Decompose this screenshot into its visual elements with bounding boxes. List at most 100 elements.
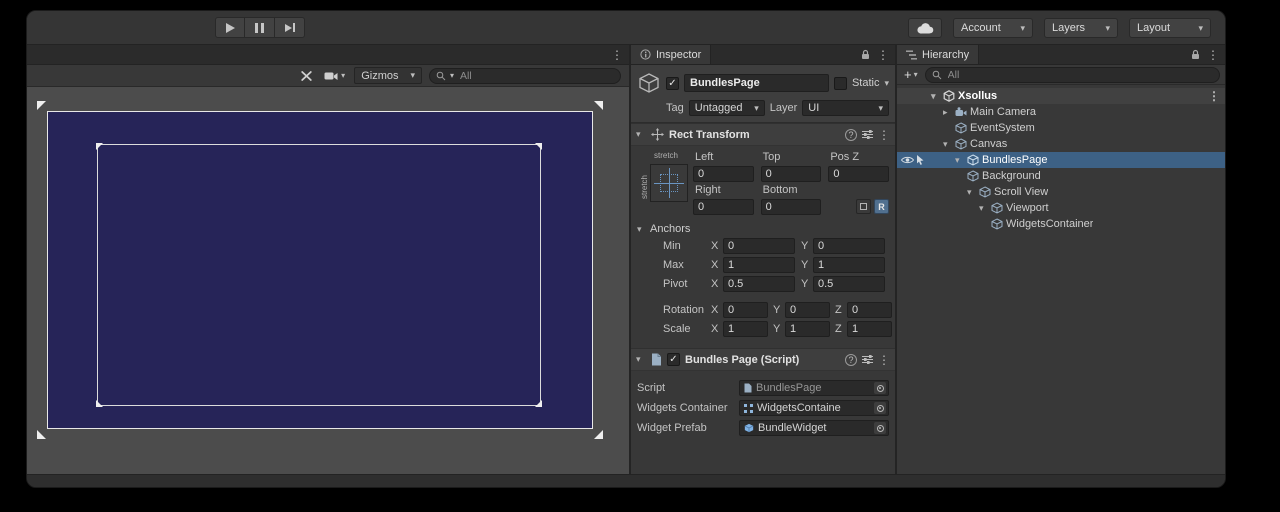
- chevron-down-icon[interactable]: [943, 139, 955, 150]
- top-input[interactable]: [761, 166, 822, 182]
- widgets-container-object-field[interactable]: WidgetsContaine: [739, 400, 889, 416]
- hierarchy-item-scene[interactable]: Xsollus: [897, 88, 1225, 104]
- corner-handle[interactable]: [594, 101, 603, 110]
- chevron-down-icon[interactable]: [931, 91, 943, 102]
- pivot-x-input[interactable]: [723, 276, 795, 292]
- foldout-icon[interactable]: [636, 354, 646, 365]
- anchor-handle[interactable]: [96, 143, 103, 150]
- chevron-down-icon: [1020, 24, 1025, 33]
- visibility-eye-icon[interactable]: [901, 155, 914, 165]
- presets-icon[interactable]: [862, 355, 873, 364]
- lock-icon[interactable]: [1191, 49, 1200, 60]
- widget-prefab-object-field[interactable]: BundleWidget: [739, 420, 889, 436]
- pickability-pointer-icon[interactable]: [916, 155, 925, 165]
- hierarchy-item[interactable]: Background: [897, 168, 1225, 184]
- corner-handle[interactable]: [37, 430, 46, 439]
- hierarchy-item[interactable]: EventSystem: [897, 120, 1225, 136]
- min-y-input[interactable]: [813, 238, 885, 254]
- tab-hierarchy[interactable]: Hierarchy: [897, 45, 979, 64]
- hierarchy-item[interactable]: Main Camera: [897, 104, 1225, 120]
- hierarchy-item-selected[interactable]: BundlesPage: [897, 152, 1225, 168]
- layers-dropdown[interactable]: Layers: [1044, 18, 1118, 38]
- kebab-menu-icon[interactable]: [878, 353, 890, 367]
- static-dropdown-icon[interactable]: [884, 79, 889, 88]
- static-checkbox[interactable]: [834, 77, 847, 90]
- play-button[interactable]: [215, 17, 245, 38]
- kebab-menu-icon[interactable]: [878, 128, 890, 142]
- hierarchy-item-label: Canvas: [970, 138, 1007, 150]
- scale-z-input[interactable]: [847, 321, 892, 337]
- scale-x-input[interactable]: [723, 321, 768, 337]
- chevron-down-icon[interactable]: [979, 203, 991, 214]
- blueprint-mode-button[interactable]: [856, 199, 871, 214]
- min-x-input[interactable]: [723, 238, 795, 254]
- help-icon[interactable]: [845, 129, 857, 141]
- hierarchy-search-input[interactable]: [946, 68, 1213, 82]
- object-picker-icon[interactable]: [874, 382, 886, 394]
- posz-input[interactable]: [828, 166, 889, 182]
- tool-settings-button[interactable]: [298, 70, 315, 82]
- hierarchy-item[interactable]: Scroll View: [897, 184, 1225, 200]
- anchors-foldout[interactable]: Anchors: [637, 223, 889, 235]
- script-object-field[interactable]: BundlesPage: [739, 380, 889, 396]
- lock-icon[interactable]: [861, 49, 870, 60]
- pause-button[interactable]: [245, 17, 275, 38]
- tab-inspector[interactable]: Inspector: [631, 45, 711, 64]
- rect-transform-gizmo[interactable]: [97, 144, 541, 406]
- tag-dropdown[interactable]: Untagged: [689, 100, 765, 116]
- gameobject-cube-icon[interactable]: [637, 71, 661, 95]
- hierarchy-item-label: EventSystem: [970, 122, 1035, 134]
- anchor-handle[interactable]: [535, 143, 542, 150]
- chevron-down-icon[interactable]: [967, 187, 979, 198]
- scene-viewport[interactable]: [27, 87, 629, 474]
- account-dropdown[interactable]: Account: [953, 18, 1033, 38]
- pivot-y-input[interactable]: [813, 276, 885, 292]
- kebab-menu-icon[interactable]: [877, 48, 889, 62]
- layout-dropdown[interactable]: Layout: [1129, 18, 1211, 38]
- hierarchy-tree: Xsollus Main Camera EventSystem Canvas: [897, 85, 1225, 474]
- anchor-preset-button[interactable]: [650, 164, 688, 202]
- bottom-input[interactable]: [761, 199, 822, 215]
- component-enabled-checkbox[interactable]: [667, 353, 680, 366]
- ui-canvas-rect[interactable]: [47, 111, 593, 429]
- help-icon[interactable]: [845, 354, 857, 366]
- layer-dropdown[interactable]: UI: [802, 100, 889, 116]
- gameobject-name-input[interactable]: [684, 74, 829, 92]
- corner-handle[interactable]: [594, 430, 603, 439]
- left-input[interactable]: [693, 166, 754, 182]
- plus-icon: [904, 68, 912, 81]
- script-component-header[interactable]: Bundles Page (Script): [631, 349, 895, 371]
- object-picker-icon[interactable]: [874, 402, 886, 414]
- kebab-menu-icon[interactable]: [1208, 89, 1220, 103]
- right-input[interactable]: [693, 199, 754, 215]
- scale-y-input[interactable]: [785, 321, 830, 337]
- scene-camera-settings-button[interactable]: [322, 70, 347, 81]
- rotation-x-input[interactable]: [723, 302, 768, 318]
- rotation-y-input[interactable]: [785, 302, 830, 318]
- tag-label: Tag: [666, 102, 684, 114]
- kebab-menu-icon[interactable]: [1207, 48, 1219, 62]
- rotation-z-input[interactable]: [847, 302, 892, 318]
- anchor-handle[interactable]: [96, 400, 103, 407]
- hierarchy-item[interactable]: Canvas: [897, 136, 1225, 152]
- active-checkbox[interactable]: [666, 77, 679, 90]
- scene-search-input[interactable]: [458, 69, 614, 83]
- chevron-down-icon[interactable]: [955, 155, 967, 166]
- object-picker-icon[interactable]: [874, 422, 886, 434]
- corner-handle[interactable]: [37, 101, 46, 110]
- cloud-services-button[interactable]: [908, 18, 942, 38]
- anchor-handle[interactable]: [535, 400, 542, 407]
- rect-transform-header[interactable]: Rect Transform: [631, 124, 895, 146]
- max-x-input[interactable]: [723, 257, 795, 273]
- hierarchy-item[interactable]: Viewport: [897, 200, 1225, 216]
- chevron-right-icon[interactable]: [943, 107, 955, 118]
- foldout-icon[interactable]: [636, 129, 646, 140]
- create-object-button[interactable]: [902, 68, 920, 81]
- raw-edit-mode-button[interactable]: R: [874, 199, 889, 214]
- presets-icon[interactable]: [862, 130, 873, 139]
- kebab-menu-icon[interactable]: [611, 48, 623, 62]
- gizmos-dropdown[interactable]: Gizmos: [354, 67, 422, 84]
- hierarchy-item[interactable]: WidgetsContainer: [897, 216, 1225, 232]
- max-y-input[interactable]: [813, 257, 885, 273]
- step-button[interactable]: [275, 17, 305, 38]
